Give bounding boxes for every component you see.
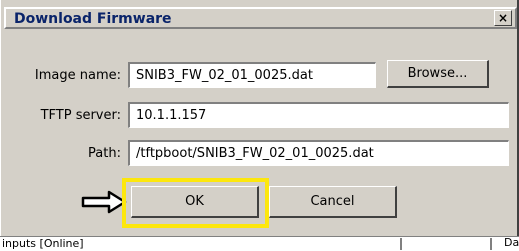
tftp-server-field[interactable] bbox=[128, 102, 509, 128]
status-text: inputs [Online] bbox=[2, 237, 84, 250]
download-firmware-dialog: Download Firmware × Image name: Browse..… bbox=[0, 0, 519, 236]
title-bar: Download Firmware × bbox=[4, 7, 517, 29]
cancel-button[interactable]: Cancel bbox=[269, 186, 397, 218]
browse-button[interactable]: Browse... bbox=[387, 60, 489, 88]
dialog-title: Download Firmware bbox=[14, 11, 172, 27]
status-right-text: Da bbox=[504, 236, 519, 249]
path-label: Path: bbox=[88, 146, 121, 161]
image-name-label: Image name: bbox=[34, 68, 121, 83]
tftp-server-label: TFTP server: bbox=[40, 108, 121, 123]
image-name-field[interactable] bbox=[128, 62, 376, 88]
ok-button[interactable]: OK bbox=[131, 186, 259, 218]
close-button[interactable]: × bbox=[494, 10, 512, 26]
status-divider bbox=[490, 238, 493, 250]
arrow-right-icon bbox=[81, 190, 127, 214]
path-field[interactable] bbox=[128, 140, 509, 166]
background-status-bar: inputs [Online] bbox=[0, 236, 519, 251]
status-divider bbox=[400, 238, 403, 250]
close-icon: × bbox=[497, 11, 509, 25]
